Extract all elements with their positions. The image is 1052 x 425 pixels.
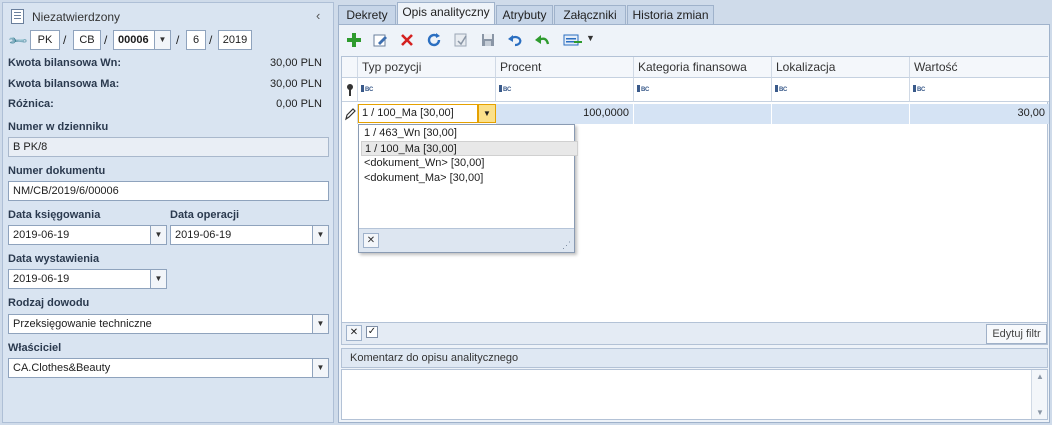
kwota-wn-label: Kwota bilansowa Wn: (8, 57, 122, 69)
scroll-down-icon[interactable]: ▼ (1036, 408, 1044, 417)
chevron-down-icon[interactable]: ▼ (312, 226, 328, 244)
abc-filter-icon: BC (499, 85, 511, 93)
cell-lokalizacja[interactable] (772, 104, 910, 124)
owner-label: Właściciel (8, 342, 62, 354)
tab-dekrety[interactable]: Dekrety (338, 5, 396, 25)
clear-filter-close-icon[interactable]: ✕ (346, 325, 362, 341)
chevron-down-icon[interactable]: ▼ (312, 315, 328, 333)
kwota-ma-value: 30,00 PLN (270, 78, 322, 90)
grid-footer: ✕ ✓ Edytuj filtr (341, 323, 1048, 345)
filter-typ[interactable]: BC (358, 78, 496, 102)
chevron-down-icon[interactable]: ▼ (150, 226, 166, 244)
row-header-corner (342, 57, 358, 78)
back-icon[interactable] (532, 30, 552, 50)
chevron-down-icon[interactable]: ▼ (154, 31, 170, 49)
export-icon[interactable] (560, 30, 586, 50)
column-header-wartosc[interactable]: Wartość (910, 57, 1049, 78)
tab-atrybuty[interactable]: Atrybuty (496, 5, 553, 25)
filter-procent[interactable]: BC (496, 78, 634, 102)
export-dropdown-chevron-icon[interactable]: ▼ (586, 33, 595, 43)
chevron-down-icon[interactable]: ▼ (478, 104, 496, 123)
document-number-field[interactable]: NM/CB/2019/6/00006 (8, 181, 329, 201)
edit-icon[interactable] (370, 30, 390, 50)
doc-series-field[interactable]: PK (30, 30, 60, 50)
dropdown-option-selected[interactable]: 1 / 100_Ma [30,00] (361, 141, 578, 156)
dropdown-close-icon[interactable]: ✕ (363, 233, 379, 248)
kwota-ma-label: Kwota bilansowa Ma: (8, 78, 120, 90)
kwota-wn-value: 30,00 PLN (270, 57, 322, 69)
separator: / (209, 33, 213, 47)
cell-typ-editor[interactable]: 1 / 100_Ma [30,00] ▼ (358, 104, 496, 124)
delete-icon[interactable] (397, 30, 417, 50)
dropdown-option[interactable]: <dokument_Wn> [30,00] (361, 156, 578, 171)
typ-combobox[interactable]: 1 / 100_Ma [30,00] (358, 104, 478, 123)
cell-wartosc[interactable]: 30,00 (910, 104, 1049, 124)
separator: / (63, 33, 67, 47)
doc-month-field[interactable]: 6 (186, 30, 206, 50)
cell-kategoria[interactable] (634, 104, 772, 124)
row-edit-pencil-icon (342, 104, 358, 124)
refresh-icon[interactable] (424, 30, 444, 50)
resize-grip-icon[interactable]: ⋰ (562, 240, 571, 251)
separator: / (176, 33, 180, 47)
doc-year-field[interactable]: 2019 (218, 30, 252, 50)
owner-select[interactable]: CA.Clothes&Beauty ▼ (8, 358, 329, 378)
chevron-down-icon[interactable]: ▼ (312, 359, 328, 377)
tab-zalaczniki[interactable]: Załączniki (554, 5, 626, 25)
roznica-label: Różnica: (8, 98, 54, 110)
wrench-icon: 🔧 (6, 29, 29, 52)
posting-date-field[interactable]: 2019-06-19 ▼ (8, 225, 167, 245)
filter-wartosc[interactable]: BC (910, 78, 1049, 102)
dropdown-option[interactable]: <dokument_Ma> [30,00] (361, 171, 578, 186)
edit-filter-button[interactable]: Edytuj filtr (986, 324, 1047, 344)
filter-pin-icon (342, 78, 358, 102)
collapse-chevron-icon[interactable]: ‹ (316, 8, 320, 23)
bulk-edit-icon[interactable] (451, 30, 471, 50)
chevron-down-icon[interactable]: ▼ (150, 270, 166, 288)
tab-opis-analityczny[interactable]: Opis analityczny (397, 2, 495, 26)
undo-icon[interactable] (505, 30, 525, 50)
dropdown-footer: ✕ ⋰ (359, 228, 574, 252)
scroll-up-icon[interactable]: ▲ (1036, 372, 1044, 381)
issue-date-field[interactable]: 2019-06-19 ▼ (8, 269, 167, 289)
abc-filter-icon: BC (637, 85, 649, 93)
column-header-lokalizacja[interactable]: Lokalizacja (772, 57, 910, 78)
column-header-typ[interactable]: Typ pozycji (358, 57, 496, 78)
doc-register-field[interactable]: CB (73, 30, 101, 50)
cell-procent[interactable]: 100,0000 (496, 104, 634, 124)
document-icon (11, 9, 24, 24)
tab-historia-zmian[interactable]: Historia zmian (627, 5, 714, 25)
status-label: Niezatwierdzony (32, 10, 121, 24)
column-header-kategoria[interactable]: Kategoria finansowa (634, 57, 772, 78)
operation-date-label: Data operacji (170, 209, 240, 221)
typ-dropdown-popup: 1 / 463_Wn [30,00] 1 / 100_Ma [30,00] <d… (358, 124, 578, 253)
comment-header: Komentarz do opisu analitycznego (341, 348, 1048, 368)
filter-lokalizacja[interactable]: BC (772, 78, 910, 102)
evidence-type-select[interactable]: Przeksięgowanie techniczne ▼ (8, 314, 329, 334)
abc-filter-icon: BC (913, 85, 925, 93)
evidence-type-label: Rodzaj dowodu (8, 297, 90, 309)
column-header-procent[interactable]: Procent (496, 57, 634, 78)
abc-filter-icon: BC (775, 85, 787, 93)
document-number-label: Numer dokumentu (8, 165, 106, 177)
filter-enabled-checkbox[interactable]: ✓ (366, 326, 378, 338)
dropdown-option[interactable]: 1 / 463_Wn [30,00] (361, 126, 578, 141)
separator: / (104, 33, 108, 47)
save-icon[interactable] (478, 30, 498, 50)
journal-number-label: Numer w dzienniku (8, 121, 109, 133)
posting-date-label: Data księgowania (8, 209, 101, 221)
add-icon[interactable] (344, 30, 364, 50)
filter-kategoria[interactable]: BC (634, 78, 772, 102)
journal-number-field: B PK/8 (8, 137, 329, 157)
abc-filter-icon: BC (361, 85, 373, 93)
comment-scrollbar[interactable]: ▲ ▼ (1031, 370, 1047, 419)
comment-textarea[interactable]: ▲ ▼ (341, 369, 1048, 420)
operation-date-field[interactable]: 2019-06-19 ▼ (170, 225, 329, 245)
doc-number-field[interactable]: 00006 ▼ (113, 30, 171, 50)
roznica-value: 0,00 PLN (276, 98, 322, 110)
document-header-panel: Niezatwierdzony ‹ 🔧 PK / CB / 00006 ▼ / … (2, 2, 334, 423)
issue-date-label: Data wystawienia (8, 253, 100, 265)
